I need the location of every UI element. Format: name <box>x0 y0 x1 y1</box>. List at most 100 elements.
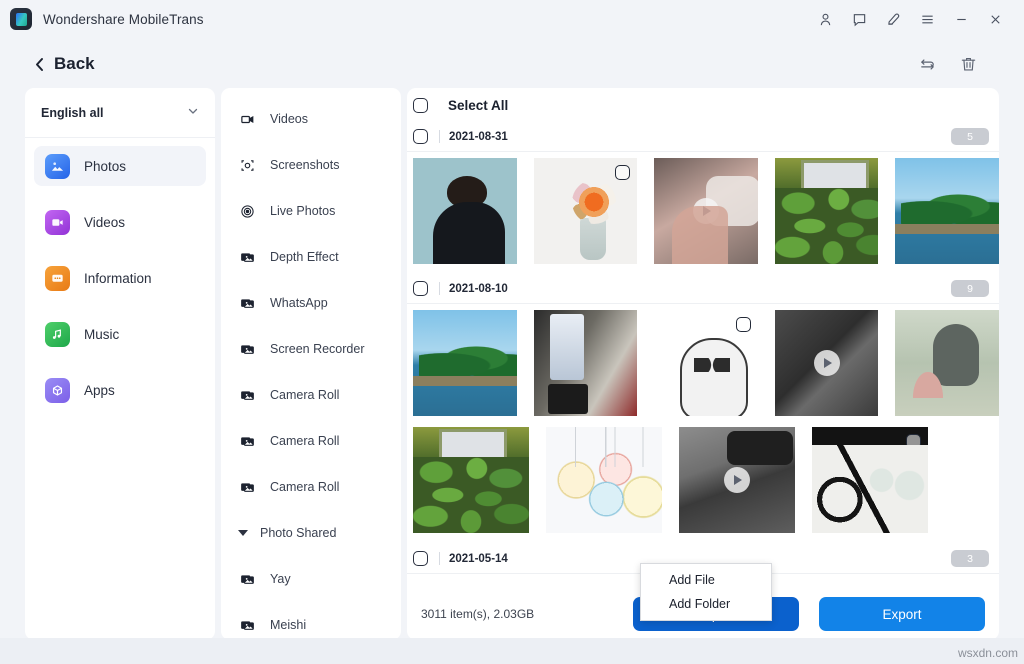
photo-stack-icon <box>237 434 257 449</box>
photo-stack-icon <box>237 296 257 311</box>
album-group-photo-shared[interactable]: Photo Shared <box>221 510 401 556</box>
thumbnail-row <box>407 304 999 416</box>
bottom-strip <box>0 638 1024 664</box>
watermark: wsxdn.com <box>958 646 1018 660</box>
thumbnail-checkbox[interactable] <box>615 165 630 180</box>
back-button[interactable]: Back <box>34 54 95 74</box>
feedback-icon[interactable] <box>842 2 876 36</box>
app-logo-icon <box>10 8 32 30</box>
album-item-whatsapp[interactable]: WhatsApp <box>221 280 401 326</box>
album-label: Depth Effect <box>270 250 339 264</box>
thumbnail-item[interactable] <box>413 427 529 533</box>
sidebar-item-label: Music <box>84 327 119 342</box>
sidebar-item-videos[interactable]: Videos <box>34 202 206 242</box>
album-label: Camera Roll <box>270 480 339 494</box>
thumbnail-item-video[interactable] <box>654 158 758 264</box>
divider <box>439 552 440 565</box>
sidebar-item-music[interactable]: Music <box>34 314 206 354</box>
back-label: Back <box>54 54 95 74</box>
album-label: Camera Roll <box>270 434 339 448</box>
sidebar-item-apps[interactable]: Apps <box>34 370 206 410</box>
album-label: Camera Roll <box>270 388 339 402</box>
close-icon[interactable] <box>978 2 1012 36</box>
album-item-camera-roll-3[interactable]: Camera Roll <box>221 464 401 510</box>
divider <box>439 282 440 295</box>
sidebar-item-label: Apps <box>84 383 115 398</box>
album-group-label: Photo Shared <box>260 526 336 540</box>
thumbnail-row <box>407 152 999 264</box>
date-group-count: 3 <box>951 550 989 567</box>
thumbnail-item[interactable] <box>534 310 638 416</box>
thumbnail-item[interactable] <box>413 310 517 416</box>
thumbnail-item[interactable] <box>895 158 999 264</box>
album-label: WhatsApp <box>270 296 328 310</box>
thumbnail-checkbox[interactable] <box>736 317 751 332</box>
screenshot-icon <box>237 158 257 173</box>
photo-stack-icon <box>237 342 257 357</box>
thumbnail-item[interactable] <box>775 158 879 264</box>
chevron-left-icon <box>34 57 45 72</box>
album-label: Yay <box>270 572 291 586</box>
language-selector[interactable]: English all <box>25 88 215 138</box>
information-icon <box>45 266 70 291</box>
play-icon <box>724 467 750 493</box>
date-group-checkbox[interactable] <box>413 129 428 144</box>
album-item-yay[interactable]: Yay <box>221 556 401 602</box>
export-button[interactable]: Export <box>819 597 985 631</box>
album-item-screen-recorder[interactable]: Screen Recorder <box>221 326 401 372</box>
thumbnail-row <box>407 416 999 533</box>
sidebar-item-information[interactable]: Information <box>34 258 206 298</box>
date-group-checkbox[interactable] <box>413 551 428 566</box>
album-item-camera-roll-2[interactable]: Camera Roll <box>221 418 401 464</box>
album-label: Videos <box>270 112 308 126</box>
select-all-checkbox[interactable] <box>413 98 428 113</box>
title-bar: Wondershare MobileTrans <box>0 0 1024 38</box>
page-header: Back <box>0 40 1024 88</box>
album-item-videos[interactable]: Videos <box>221 96 401 142</box>
photo-stack-icon <box>237 572 257 587</box>
thumbnail-item-video[interactable] <box>679 427 795 533</box>
photo-stack-icon <box>237 388 257 403</box>
item-count-label: 3011 item(s), 2.03GB <box>421 607 534 621</box>
thumbnail-item[interactable] <box>546 427 662 533</box>
thumbnail-item[interactable] <box>895 310 999 416</box>
refresh-icon[interactable] <box>918 55 937 74</box>
photo-grid-scroll[interactable]: Select All 2021-08-31 5 2021-08-10 9 <box>407 88 999 588</box>
date-group-checkbox[interactable] <box>413 281 428 296</box>
context-menu-item-add-file[interactable]: Add File <box>641 568 771 592</box>
menu-icon[interactable] <box>910 2 944 36</box>
date-group-label: 2021-05-14 <box>449 553 508 565</box>
thumbnail-item-video[interactable] <box>775 310 879 416</box>
thumbnail-item[interactable] <box>534 158 638 264</box>
context-menu-item-add-folder[interactable]: Add Folder <box>641 592 771 616</box>
divider <box>439 130 440 143</box>
play-icon <box>814 350 840 376</box>
account-icon[interactable] <box>808 2 842 36</box>
album-item-depth-effect[interactable]: Depth Effect <box>221 234 401 280</box>
header-toolbar <box>918 55 978 74</box>
apps-icon <box>45 378 70 403</box>
video-camera-icon <box>237 112 257 127</box>
import-context-menu: Add File Add Folder <box>640 563 772 621</box>
album-item-live-photos[interactable]: Live Photos <box>221 188 401 234</box>
sidebar-item-label: Videos <box>84 215 125 230</box>
delete-icon[interactable] <box>959 55 978 74</box>
thumbnail-item[interactable] <box>413 158 517 264</box>
date-group-header: 2021-08-31 5 <box>407 122 999 152</box>
thumbnail-item[interactable] <box>654 310 758 416</box>
photo-stack-icon <box>237 250 257 265</box>
music-icon <box>45 322 70 347</box>
live-photo-icon <box>237 204 257 219</box>
photo-stack-icon <box>237 480 257 495</box>
album-item-screenshots[interactable]: Screenshots <box>221 142 401 188</box>
thumbnail-item[interactable] <box>812 427 928 533</box>
sidebar-item-label: Photos <box>84 159 126 174</box>
thumbnail-checkbox[interactable] <box>906 434 921 449</box>
triangle-down-icon <box>238 530 248 536</box>
album-list: Videos Screenshots Live Photos <box>221 96 401 648</box>
minimize-icon[interactable] <box>944 2 978 36</box>
chevron-down-icon <box>187 104 199 122</box>
sidebar-item-photos[interactable]: Photos <box>34 146 206 186</box>
album-item-camera-roll-1[interactable]: Camera Roll <box>221 372 401 418</box>
edit-icon[interactable] <box>876 2 910 36</box>
